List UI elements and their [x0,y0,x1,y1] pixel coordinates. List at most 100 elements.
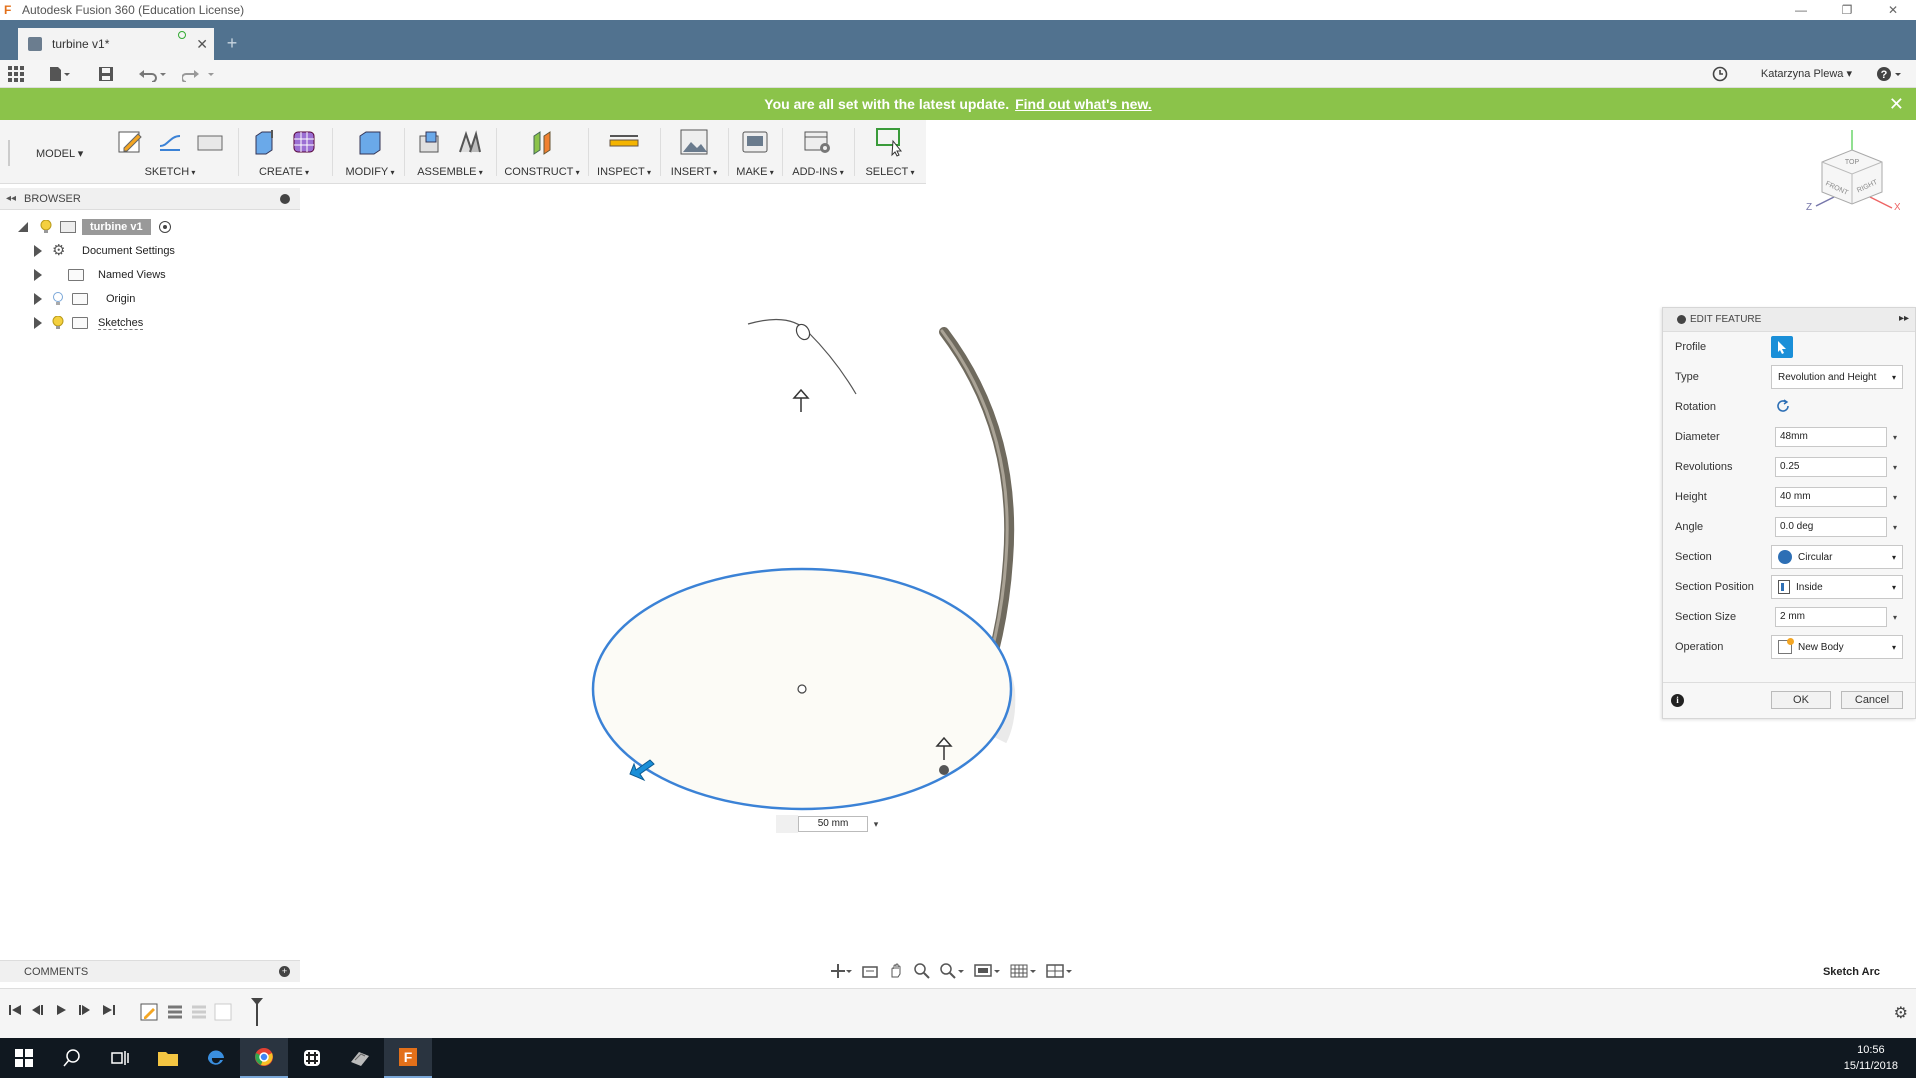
stop-sketch-icon[interactable] [194,126,226,158]
undo-icon[interactable] [138,64,168,84]
dimension-value-field[interactable]: 50 mm [798,816,868,832]
minimize-button[interactable]: — [1778,0,1824,20]
step-back-icon[interactable] [30,1003,44,1020]
section-select[interactable]: Circular ▾ [1771,545,1903,569]
new-component-icon[interactable] [414,126,446,158]
measure-icon[interactable] [608,126,640,158]
height-input[interactable]: 40 mm [1775,487,1887,507]
comments-panel[interactable]: COMMENTS + [0,960,300,982]
insert-group[interactable]: INSERT [664,124,724,182]
expanded-triangle-icon[interactable] [18,222,28,232]
fusion-360-app-icon[interactable]: F [384,1038,432,1078]
browser-item-named-views[interactable]: Named Views [34,264,166,286]
save-icon[interactable] [98,64,114,84]
document-tab[interactable]: turbine v1* ✕ [18,28,214,60]
browser-minimize-icon[interactable] [280,194,290,204]
modify-group[interactable]: MODIFY [338,124,402,182]
zoom-window-icon[interactable] [940,962,964,982]
visibility-bulb-icon[interactable] [52,316,64,330]
timeline-settings-gear-icon[interactable]: ⚙ [1894,1003,1908,1023]
rotation-toggle-icon[interactable] [1775,398,1791,417]
ok-button[interactable]: OK [1771,691,1831,709]
diameter-dropdown-icon[interactable]: ▾ [1887,433,1903,442]
revolutions-dropdown-icon[interactable]: ▾ [1887,463,1903,472]
create-sketch-icon[interactable] [114,126,146,158]
assemble-group[interactable]: ASSEMBLE [408,124,492,182]
angle-input[interactable]: 0.0 deg [1775,517,1887,537]
visibility-bulb-icon[interactable] [52,292,64,306]
search-icon[interactable] [48,1038,96,1078]
expand-triangle-icon[interactable] [34,317,42,329]
revolutions-input[interactable]: 0.25 [1775,457,1887,477]
angle-dropdown-icon[interactable]: ▾ [1887,523,1903,532]
browser-item-document-settings[interactable]: ⚙ Document Settings [34,240,175,262]
circle-center-point[interactable] [797,684,807,694]
task-view-icon[interactable] [96,1038,144,1078]
file-explorer-icon[interactable] [144,1038,192,1078]
fusion-taskbar-icon[interactable] [336,1038,384,1078]
operation-select[interactable]: New Body ▾ [1771,635,1903,659]
timeline-marker-icon[interactable] [250,997,264,1030]
orbit-icon[interactable] [830,963,852,982]
press-pull-icon[interactable] [354,126,386,158]
visibility-bulb-icon[interactable] [40,220,52,234]
timeline-sketch-feature-icon[interactable] [214,1003,232,1024]
insert-image-icon[interactable] [678,126,710,158]
height-manipulator-arrow[interactable] [792,388,810,412]
close-window-button[interactable]: ✕ [1870,0,1916,20]
restore-button[interactable]: ❐ [1824,0,1870,20]
section-position-select[interactable]: Inside ▾ [1771,575,1903,599]
form-icon[interactable] [288,126,320,158]
expand-triangle-icon[interactable] [34,293,42,305]
viewcube-top-label[interactable]: TOP [1845,159,1860,166]
scripts-addins-icon[interactable] [802,126,834,158]
chrome-browser-icon[interactable] [240,1038,288,1078]
pan-hand-icon[interactable] [888,963,904,982]
user-account-menu[interactable]: Katarzyna Plewa ▾ [1761,67,1852,80]
timeline-feature-icon[interactable] [190,1003,208,1024]
slack-icon[interactable] [288,1038,336,1078]
select-icon[interactable] [874,126,906,158]
inspect-group[interactable]: INSPECT [592,124,656,182]
go-to-end-icon[interactable] [102,1003,116,1020]
select-group[interactable]: SELECT [858,124,922,182]
data-panel-grid-icon[interactable] [8,64,24,84]
cancel-button[interactable]: Cancel [1841,691,1903,709]
workspace-switcher[interactable]: MODEL ▾ [8,140,108,166]
profile-select-button[interactable] [1771,336,1793,358]
joint-icon[interactable] [454,126,486,158]
coil-end-point[interactable] [939,765,949,775]
section-size-input[interactable]: 2 mm [1775,607,1887,627]
height-dropdown-icon[interactable]: ▾ [1887,493,1903,502]
construct-group[interactable]: CONSTRUCT [500,124,584,182]
timeline-sketch-feature-icon[interactable] [140,1003,158,1024]
system-clock[interactable]: 10:56 15/11/2018 [1844,1042,1898,1074]
sketch-group[interactable]: SKETCH [110,124,230,182]
help-icon[interactable]: ? [1876,64,1904,84]
zoom-icon[interactable] [914,962,930,982]
collapse-panel-icon[interactable]: ◂◂ [6,193,16,204]
3d-print-icon[interactable] [739,126,771,158]
create-group[interactable]: CREATE [244,124,324,182]
activate-component-icon[interactable] [158,221,171,233]
edit-feature-header[interactable]: EDIT FEATURE ▸▸ [1663,308,1915,332]
windows-start-icon[interactable] [0,1038,48,1078]
close-banner-button[interactable]: ✕ [1889,94,1904,115]
play-icon[interactable] [54,1003,68,1020]
arc-endpoint-handle[interactable] [794,322,812,342]
dimension-input[interactable]: 50 mm ▾ [776,815,884,833]
whats-new-link[interactable]: Find out what's new. [1015,96,1152,112]
file-menu-icon[interactable] [48,64,70,84]
dialog-minimize-icon[interactable] [1677,315,1686,324]
browser-item-root[interactable]: turbine v1 [18,216,171,238]
dimension-dropdown-icon[interactable]: ▾ [868,819,884,830]
display-settings-icon[interactable] [974,963,1000,982]
new-tab-button[interactable]: + [220,32,244,56]
timeline-feature-icon[interactable] [166,1003,184,1024]
viewports-icon[interactable] [1046,963,1072,982]
make-group[interactable]: MAKE [732,124,778,182]
sketch-line-icon[interactable] [154,126,186,158]
offset-plane-icon[interactable] [526,126,558,158]
add-ins-group[interactable]: ADD-INS [786,124,850,182]
browser-item-origin[interactable]: Origin [34,288,135,310]
